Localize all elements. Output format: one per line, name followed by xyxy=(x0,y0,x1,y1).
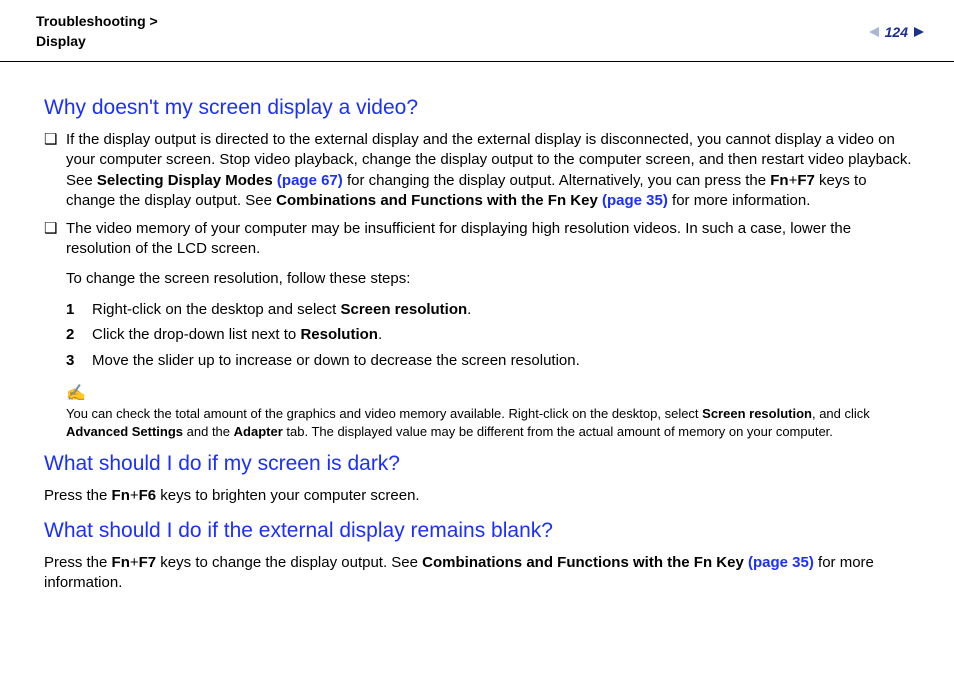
step-number: 3 xyxy=(66,348,92,374)
text: Move the slider up to increase or down t… xyxy=(92,352,580,369)
page-link[interactable]: (page 35) xyxy=(602,192,668,209)
key-label: F7 xyxy=(139,554,157,571)
note: ✍ You can check the total amount of the … xyxy=(66,383,918,440)
section-title: What should I do if my screen is dark? xyxy=(44,452,918,476)
text: , and click xyxy=(812,406,870,421)
page-number: 124 xyxy=(883,24,910,40)
text: Right-click on the desktop and select xyxy=(92,301,340,318)
list-item: ❑ The video memory of your computer may … xyxy=(44,219,918,260)
section-title: What should I do if the external display… xyxy=(44,519,918,543)
list-item: 3 Move the slider up to increase or down… xyxy=(66,348,918,374)
text: You can check the total amount of the gr… xyxy=(66,406,702,421)
text: Press the xyxy=(44,554,112,571)
note-text: You can check the total amount of the gr… xyxy=(66,405,918,440)
text: keys to brighten your computer screen. xyxy=(156,487,419,504)
list-item: ❑ If the display output is directed to t… xyxy=(44,130,918,211)
text: keys to change the display output. See xyxy=(156,554,422,571)
list-item-text: The video memory of your computer may be… xyxy=(66,219,918,260)
list-item: 1 Right-click on the desktop and select … xyxy=(66,297,918,323)
key-label: Fn xyxy=(770,172,788,189)
bold-text: Screen resolution xyxy=(340,301,467,318)
paragraph: To change the screen resolution, follow … xyxy=(66,268,918,289)
text: + xyxy=(130,487,139,504)
chevron-right-icon: > xyxy=(150,13,158,29)
bold-text: Resolution xyxy=(300,326,378,343)
text: . xyxy=(378,326,382,343)
step-text: Right-click on the desktop and select Sc… xyxy=(92,297,471,323)
prev-page-icon[interactable] xyxy=(869,27,879,37)
page-header: Troubleshooting > Display 124 xyxy=(0,0,954,62)
text: and the xyxy=(183,424,234,439)
bold-text: Combinations and Functions with the Fn K… xyxy=(422,554,748,571)
note-icon: ✍ xyxy=(66,383,918,403)
step-text: Move the slider up to increase or down t… xyxy=(92,348,580,374)
bold-text: Screen resolution xyxy=(702,406,812,421)
text: for more information. xyxy=(668,192,811,209)
bold-text: Selecting Display Modes xyxy=(97,172,277,189)
text: . xyxy=(467,301,471,318)
key-label: Fn xyxy=(112,487,130,504)
bold-text: Adapter xyxy=(234,424,283,439)
key-label: F7 xyxy=(797,172,815,189)
list-item-text: If the display output is directed to the… xyxy=(66,130,918,211)
list-item: 2 Click the drop-down list next to Resol… xyxy=(66,322,918,348)
page-content: Why doesn't my screen display a video? ❑… xyxy=(0,62,954,623)
key-label: F6 xyxy=(139,487,157,504)
text: for changing the display output. Alterna… xyxy=(343,172,770,189)
breadcrumb: Troubleshooting > Display xyxy=(36,12,158,51)
text: Press the xyxy=(44,487,112,504)
bullet-icon: ❑ xyxy=(44,219,66,239)
paragraph: Press the Fn+F6 keys to brighten your co… xyxy=(44,486,918,506)
section-title: Why doesn't my screen display a video? xyxy=(44,96,918,120)
text: Click the drop-down list next to xyxy=(92,326,300,343)
next-page-icon[interactable] xyxy=(914,27,924,37)
text: + xyxy=(130,554,139,571)
page: Troubleshooting > Display 124 Why doesn'… xyxy=(0,0,954,674)
step-text: Click the drop-down list next to Resolut… xyxy=(92,322,382,348)
paragraph: Press the Fn+F7 keys to change the displ… xyxy=(44,553,918,594)
text: tab. The displayed value may be differen… xyxy=(283,424,833,439)
bold-text: Combinations and Functions with the Fn K… xyxy=(276,192,602,209)
page-link[interactable]: (page 35) xyxy=(748,554,814,571)
breadcrumb-section: Troubleshooting xyxy=(36,13,146,29)
bullet-icon: ❑ xyxy=(44,130,66,150)
step-number: 1 xyxy=(66,297,92,323)
breadcrumb-page: Display xyxy=(36,33,86,49)
bold-text: Advanced Settings xyxy=(66,424,183,439)
step-number: 2 xyxy=(66,322,92,348)
page-link[interactable]: (page 67) xyxy=(277,172,343,189)
ordered-list: 1 Right-click on the desktop and select … xyxy=(66,297,918,374)
page-navigator: 124 xyxy=(869,24,924,40)
key-label: Fn xyxy=(112,554,130,571)
